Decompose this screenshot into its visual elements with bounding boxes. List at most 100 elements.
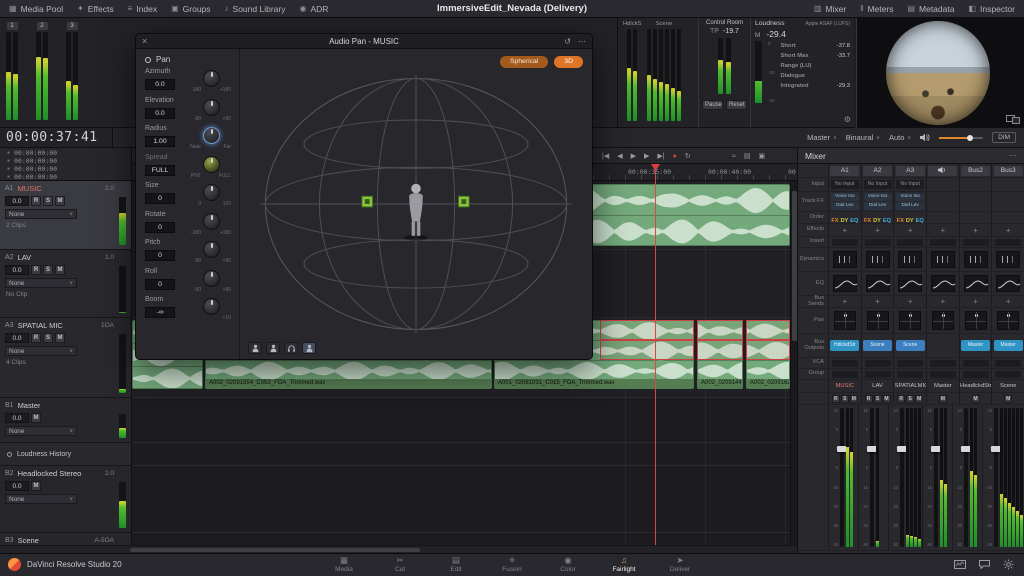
fx-order[interactable]: FXDYEQ <box>863 212 892 223</box>
listener-front-icon[interactable] <box>248 342 262 354</box>
toolbar-button-mixer[interactable]: ▥Mixer <box>814 4 846 14</box>
solo-button[interactable]: S <box>43 196 53 206</box>
mixer-cell-eq-music[interactable] <box>828 272 861 295</box>
mute-button[interactable]: M <box>972 395 980 403</box>
vca-slot[interactable] <box>930 360 956 367</box>
eq-widget[interactable] <box>931 275 955 292</box>
page-tab-cut[interactable]: ✂Cut <box>372 554 428 574</box>
listener-rear-icon[interactable] <box>266 342 280 354</box>
flags-icon[interactable]: ▣ <box>758 152 765 160</box>
pan-mode-spherical[interactable]: Spherical <box>500 56 548 68</box>
mixer-cell-pan-headlckdstr[interactable] <box>959 308 992 333</box>
mixer-cell-effects-headlckdstr[interactable]: + <box>959 224 992 236</box>
mixer-cell-order-lav[interactable]: FXDYEQ <box>861 212 894 223</box>
mixer-cell-insert-lav[interactable] <box>861 237 894 247</box>
mixer-cell-group-lav[interactable] <box>861 369 894 379</box>
mixer-cell-fx-master[interactable] <box>926 192 959 211</box>
add-send-icon[interactable]: + <box>908 297 913 306</box>
resolve-logo-icon[interactable] <box>8 558 21 571</box>
channel-tab-master[interactable] <box>926 164 959 177</box>
mixer-cell-busout-music[interactable]: HdlckdStr <box>828 334 861 357</box>
bus-output-button[interactable]: HdlckdStr <box>830 340 859 351</box>
record-arm-button[interactable]: R <box>865 395 873 403</box>
mute-button[interactable]: M <box>915 395 923 403</box>
input-selector[interactable]: No Input <box>864 180 892 189</box>
eq-widget[interactable] <box>964 275 988 292</box>
vca-slot[interactable] <box>963 360 989 367</box>
toolbar-button-meters[interactable]: ‖Meters <box>860 4 893 14</box>
azimuth-knob[interactable] <box>203 70 220 87</box>
settings-gear-icon[interactable] <box>1003 559 1014 570</box>
mixer-cell-eq-spatialmic[interactable] <box>893 272 926 295</box>
fader-strip-lav[interactable]: 1050510203040 <box>858 405 888 550</box>
mute-button[interactable]: M <box>55 265 65 275</box>
mixer-cell-dyn-scene[interactable] <box>991 248 1024 271</box>
mixer-cell-insert-scene[interactable] <box>991 237 1024 247</box>
fader-track[interactable] <box>900 408 904 547</box>
track-gain-field[interactable]: 0.0 <box>5 333 29 343</box>
page-tab-deliver[interactable]: ➤Deliver <box>652 554 708 574</box>
timeline-vertical-scrollbar[interactable] <box>790 181 797 545</box>
track-header-b1[interactable]: B1Master0.0MNone∨ <box>0 398 131 443</box>
mixer-cell-vca-music[interactable] <box>828 358 861 368</box>
group-slot[interactable] <box>995 371 1021 378</box>
channel-tab-lav[interactable]: A2 <box>861 164 894 177</box>
mixer-cell-insert-master[interactable] <box>926 237 959 247</box>
vca-slot[interactable] <box>897 360 923 367</box>
track-input-dropdown[interactable]: None∨ <box>5 209 77 219</box>
size-knob[interactable] <box>203 184 220 201</box>
add-send-icon[interactable]: + <box>875 297 880 306</box>
track-header-a3[interactable]: A3SPATIAL MIC1OA0.0RSMNone∨4 Clips <box>0 318 131 398</box>
mixer-cell-vca-spatialmic[interactable] <box>893 358 926 368</box>
timeline-horizontal-scrollbar[interactable] <box>0 545 797 553</box>
mixer-cell-sends-lav[interactable]: + <box>861 296 894 307</box>
mixer-cell-pan-spatialmic[interactable] <box>893 308 926 333</box>
rotate-knob[interactable] <box>203 213 220 230</box>
waveform-view-icon[interactable]: ≈ <box>732 153 736 160</box>
fader-strip-music[interactable]: 1050510203040 <box>828 405 858 550</box>
solo-button[interactable]: S <box>43 265 53 275</box>
mixer-cell-group-music[interactable] <box>828 369 861 379</box>
mixer-cell-busout-spatialmic[interactable]: Scene <box>893 334 926 357</box>
group-slot[interactable] <box>897 371 923 378</box>
audio-pan-titlebar[interactable]: × Audio Pan - MUSIC ↺ ⋯ <box>136 34 592 49</box>
fader-track[interactable] <box>840 408 844 547</box>
track-header-b3[interactable]: B3SceneA-5OA <box>0 533 131 545</box>
mixer-cell-order-scene[interactable] <box>991 212 1024 223</box>
fader-track[interactable] <box>964 408 968 547</box>
dial-lev-button[interactable]: Dial Lev <box>896 202 924 210</box>
mixer-cell-insert-music[interactable] <box>828 237 861 247</box>
dial-lev-button[interactable]: Dial Lev <box>864 202 892 210</box>
dynamics-widget[interactable] <box>898 251 922 268</box>
record-icon[interactable]: ● <box>673 153 677 160</box>
mixer-cell-sends-music[interactable]: + <box>828 296 861 307</box>
dual-screen-icon[interactable] <box>1006 115 1020 124</box>
page-tab-fairlight[interactable]: ♫Fairlight <box>596 554 652 574</box>
input-selector[interactable]: No Input <box>831 180 859 189</box>
fader-strip-master[interactable]: 1050510203040 <box>922 405 952 550</box>
mixer-cell-effects-scene[interactable]: + <box>991 224 1024 236</box>
page-tab-media[interactable]: ▦Media <box>316 554 372 574</box>
dynamics-widget[interactable] <box>866 251 890 268</box>
cue-row[interactable]: ▪00:00:00:00 <box>0 173 131 181</box>
cue-row[interactable]: ▪00:00:00:00 <box>0 149 131 157</box>
mixer-cell-dyn-headlckdstr[interactable] <box>959 248 992 271</box>
vca-slot[interactable] <box>995 360 1021 367</box>
solo-button[interactable]: S <box>906 395 914 403</box>
dynamics-widget[interactable] <box>931 251 955 268</box>
mixer-cell-eq-scene[interactable] <box>991 272 1024 295</box>
step-forward-icon[interactable]: ▶ <box>644 152 649 160</box>
mixer-cell-eq-master[interactable] <box>926 272 959 295</box>
toolbar-button-groups[interactable]: ▣Groups <box>171 4 210 14</box>
mute-button[interactable]: M <box>55 333 65 343</box>
mixer-cell-vca-scene[interactable] <box>991 358 1024 368</box>
monitor-source-dropdown[interactable]: Master∨ <box>807 133 837 142</box>
mixer-cell-fx-headlckdstr[interactable] <box>959 192 992 211</box>
mixer-cell-rsm-spatialmic[interactable]: RSM <box>893 393 926 404</box>
add-effect-icon[interactable]: + <box>973 226 978 235</box>
reset-button[interactable]: Reset <box>726 100 747 110</box>
mixer-cell-effects-lav[interactable]: + <box>861 224 894 236</box>
fader-strip-headlckdstr[interactable]: 1050510203040 <box>952 405 982 550</box>
mixer-cell-order-headlckdstr[interactable] <box>959 212 992 223</box>
mixer-cell-dyn-music[interactable] <box>828 248 861 271</box>
